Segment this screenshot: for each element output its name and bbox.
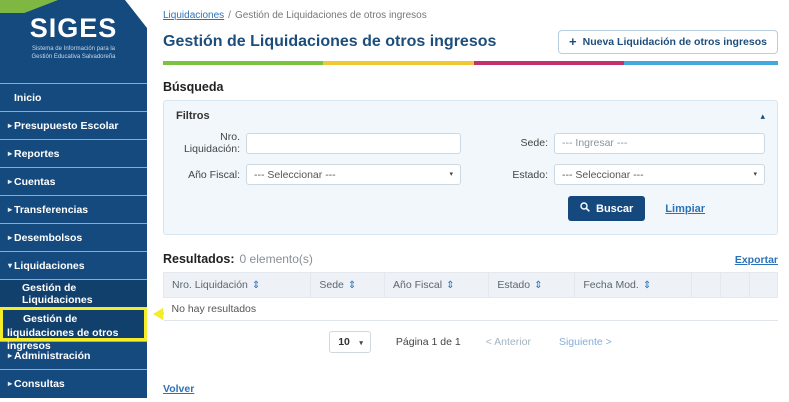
sort-icon: ⇕ (252, 280, 260, 291)
chevron-right-icon: ▸ (0, 149, 13, 158)
chevron-right-icon: ▸ (0, 351, 13, 360)
sidebar-subitem-gestion-liquidaciones-otros-ingresos[interactable]: Gestión de liquidaciones de otros ingres… (0, 307, 147, 341)
app-window: SIGES Sistema de Información para la Ges… (0, 0, 789, 402)
empty-results-message: No hay resultados (164, 298, 778, 321)
sidebar-item-reportes[interactable]: ▸ Reportes (0, 139, 147, 167)
sidebar-menu: Inicio ▸ Presupuesto Escolar ▸ Reportes … (0, 83, 147, 397)
filters-title: Filtros (176, 110, 210, 122)
sede-input[interactable] (554, 133, 765, 154)
accent-yellow-segment (323, 61, 474, 65)
sidebar-subitem-gestion-de-liquidaciones[interactable]: Gestión de Liquidaciones (0, 279, 147, 307)
breadcrumb-separator: / (228, 10, 231, 21)
column-header-nro-liquidacion[interactable]: Nro. Liquidación⇕ (164, 273, 311, 298)
filters-panel: Filtros ▴ Nro. Liquidación: Sede: Año Fi… (163, 100, 778, 235)
sidebar-item-presupuesto-escolar[interactable]: ▸ Presupuesto Escolar (0, 111, 147, 139)
app-logo-text: SIGES (0, 15, 147, 42)
results-label: Resultados: (163, 252, 235, 266)
nro-liquidacion-input[interactable] (246, 133, 461, 154)
column-header-empty-1 (692, 273, 721, 298)
pagination: 10 ▾ Página 1 de 1 < Anterior Siguiente … (163, 331, 778, 353)
estado-label: Estado: (503, 169, 548, 181)
table-empty-row: No hay resultados (164, 298, 778, 321)
sede-label: Sede: (503, 137, 548, 149)
dropdown-caret-icon: ▾ (449, 170, 453, 178)
column-header-sede[interactable]: Sede⇕ (311, 273, 385, 298)
sidebar-item-desembolsos[interactable]: ▸ Desembolsos (0, 223, 147, 251)
search-icon (580, 202, 590, 215)
page-header: Gestión de Liquidaciones de otros ingres… (163, 30, 778, 54)
sort-icon: ⇕ (643, 280, 651, 291)
chevron-right-icon: ▸ (0, 177, 13, 186)
plus-icon: + (569, 37, 577, 47)
estado-select[interactable]: --- Seleccionar --- ▾ (554, 164, 765, 185)
sort-icon: ⇕ (534, 280, 542, 291)
results-header: Resultados: 0 elemento(s) Exportar (163, 252, 778, 266)
chevron-right-icon: ▸ (0, 233, 13, 242)
column-header-empty-2 (720, 273, 749, 298)
app-tagline: Sistema de Información para la Gestión E… (0, 45, 147, 61)
new-liquidacion-button[interactable]: + Nueva Liquidación de otros ingresos (558, 30, 778, 54)
buscar-button[interactable]: Buscar (568, 196, 645, 221)
column-header-estado[interactable]: Estado⇕ (489, 273, 575, 298)
collapse-panel-icon[interactable]: ▴ (760, 111, 765, 122)
main-content: Liquidaciones / Gestión de Liquidaciones d… (147, 0, 789, 397)
page-size-select[interactable]: 10 ▾ (329, 331, 371, 353)
accent-blue-segment (624, 61, 778, 65)
sidebar: SIGES Sistema de Información para la Ges… (0, 0, 147, 398)
dropdown-caret-icon: ▾ (359, 339, 363, 347)
sidebar-item-liquidaciones[interactable]: ▾ Liquidaciones (0, 251, 147, 279)
table-header-row: Nro. Liquidación⇕ Sede⇕ Año Fiscal⇕ Esta… (164, 273, 778, 298)
filter-actions: Buscar Limpiar (176, 196, 765, 221)
sidebar-item-transferencias[interactable]: ▸ Transferencias (0, 195, 147, 223)
anterior-link[interactable]: < Anterior (486, 336, 531, 348)
chevron-right-icon: ▸ (0, 379, 13, 388)
siguiente-link[interactable]: Siguiente > (559, 336, 612, 348)
breadcrumb-link-liquidaciones[interactable]: Liquidaciones (163, 10, 224, 21)
nro-liquidacion-label: Nro. Liquidación: (176, 131, 240, 155)
column-header-empty-3 (749, 273, 777, 298)
accent-color-bar (163, 61, 778, 65)
chevron-down-icon: ▾ (0, 261, 13, 270)
column-header-fecha-mod[interactable]: Fecha Mod.⇕ (575, 273, 692, 298)
sort-icon: ⇕ (348, 280, 356, 291)
sidebar-item-inicio[interactable]: Inicio (0, 83, 147, 111)
breadcrumb-current: Gestión de Liquidaciones de otros ingres… (235, 10, 427, 21)
page-title: Gestión de Liquidaciones de otros ingres… (163, 33, 496, 51)
results-count: 0 elemento(s) (240, 252, 313, 266)
chevron-right-icon: ▸ (0, 121, 13, 130)
accent-green-segment (163, 61, 323, 65)
column-header-anio-fiscal[interactable]: Año Fiscal⇕ (385, 273, 489, 298)
volver-link[interactable]: Volver (163, 383, 194, 395)
dropdown-caret-icon: ▾ (753, 170, 757, 178)
search-heading: Búsqueda (163, 80, 778, 94)
sidebar-item-cuentas[interactable]: ▸ Cuentas (0, 167, 147, 195)
breadcrumb: Liquidaciones / Gestión de Liquidaciones d… (163, 10, 778, 21)
exportar-link[interactable]: Exportar (735, 254, 778, 266)
page-info: Página 1 de 1 (396, 336, 461, 348)
accent-magenta-segment (474, 61, 625, 65)
results-table: Nro. Liquidación⇕ Sede⇕ Año Fiscal⇕ Esta… (163, 272, 778, 321)
sidebar-item-consultas[interactable]: ▸ Consultas (0, 369, 147, 397)
chevron-right-icon: ▸ (0, 205, 13, 214)
sort-icon: ⇕ (446, 280, 454, 291)
filter-row-1: Nro. Liquidación: Sede: (176, 131, 765, 155)
anio-fiscal-label: Año Fiscal: (176, 169, 240, 181)
anio-fiscal-select[interactable]: --- Seleccionar --- ▾ (246, 164, 461, 185)
filter-row-2: Año Fiscal: --- Seleccionar --- ▾ Estado… (176, 164, 765, 185)
limpiar-link[interactable]: Limpiar (665, 203, 705, 215)
